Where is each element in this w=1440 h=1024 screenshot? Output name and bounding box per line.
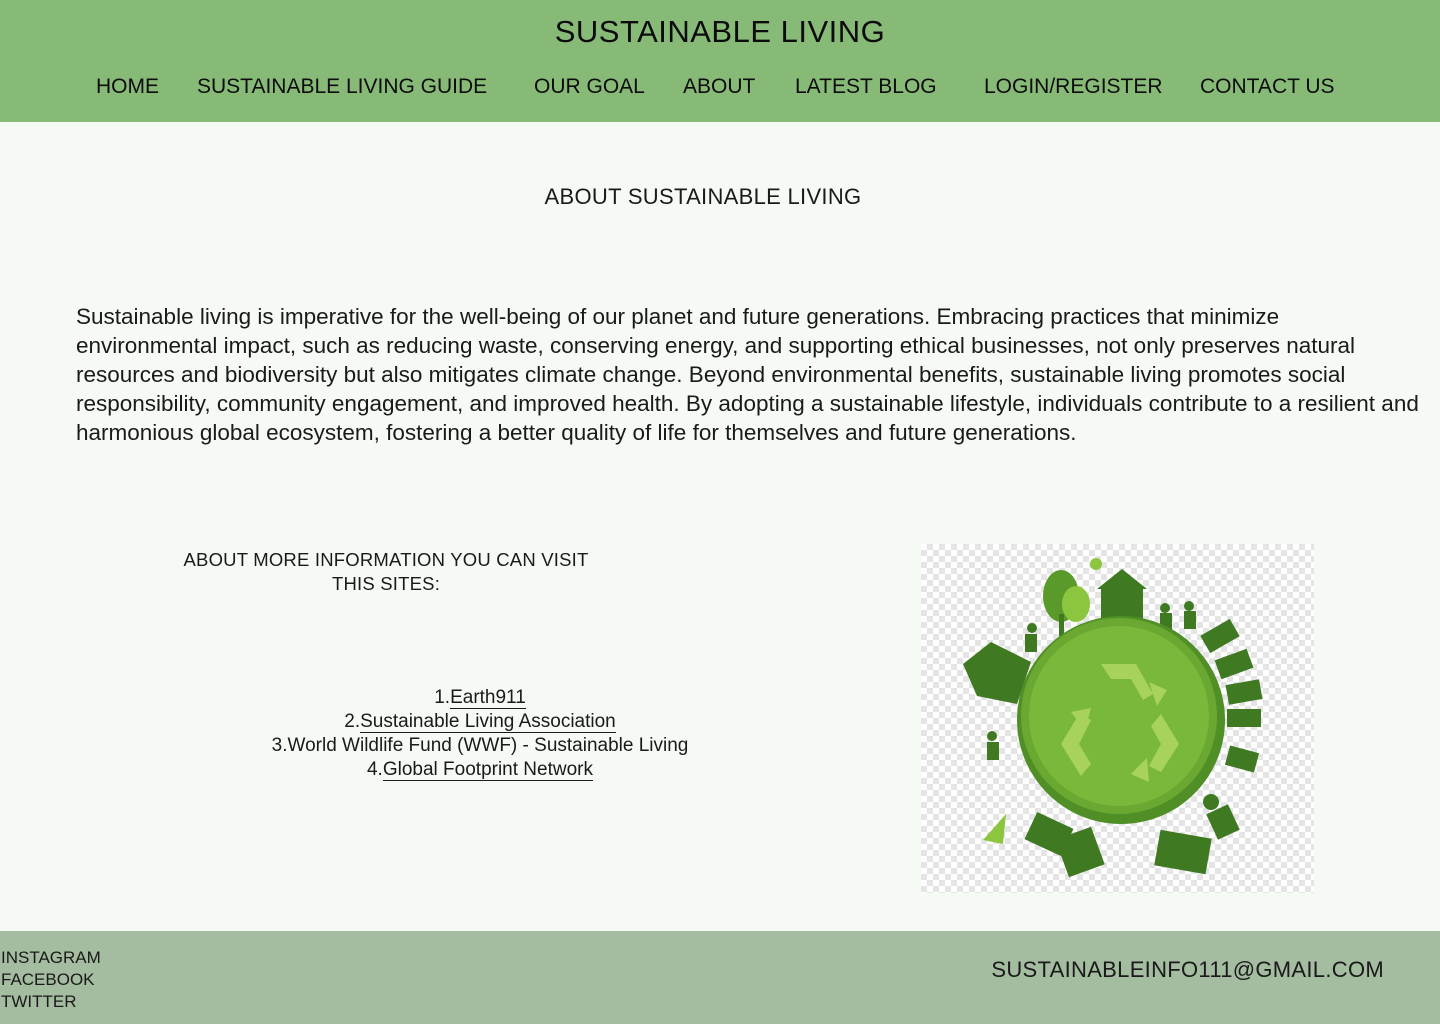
site-title: SUSTAINABLE LIVING xyxy=(554,14,886,49)
contact-email[interactable]: SUSTAINABLEINFO111@GMAIL.COM xyxy=(991,957,1384,983)
link-earth911[interactable]: Earth911 xyxy=(450,687,526,709)
nav-home[interactable]: HOME xyxy=(96,75,159,99)
resource-link-item: 1.Earth911 xyxy=(200,686,760,710)
intro-paragraph: Sustainable living is imperative for the… xyxy=(76,304,1419,445)
site-header: SUSTAINABLE LIVING HOME SUSTAINABLE LIVI… xyxy=(0,0,1440,122)
nav-contact-us[interactable]: CONTACT US xyxy=(1200,75,1335,99)
nav-latest-blog[interactable]: LATEST BLOG xyxy=(795,75,937,99)
nav-about[interactable]: ABOUT xyxy=(683,75,755,99)
site-footer: INSTAGRAM FACEBOOK TWITTER SUSTAINABLEIN… xyxy=(0,931,1440,1024)
resource-links: 1.Earth911 2.Sustainable Living Associat… xyxy=(200,686,760,782)
link-instagram[interactable]: INSTAGRAM xyxy=(1,947,101,969)
link-global-footprint-network[interactable]: Global Footprint Network xyxy=(382,759,593,781)
info-heading: ABOUT MORE INFORMATION YOU CAN VISIT THI… xyxy=(183,549,589,594)
green-earth-recycle-icon xyxy=(963,558,1263,878)
link-wwf-text: World Wildlife Fund (WWF) - Sustainable … xyxy=(287,735,689,756)
link-facebook[interactable]: FACEBOOK xyxy=(1,969,101,991)
link-number: 4. xyxy=(366,759,383,780)
nav-our-goal[interactable]: OUR GOAL xyxy=(534,75,645,99)
earth-illustration xyxy=(921,544,1314,893)
link-number: 2. xyxy=(344,711,361,732)
resource-link-item: 2.Sustainable Living Association xyxy=(200,710,760,734)
resource-link-item: 4.Global Footprint Network xyxy=(200,758,760,782)
nav-sustainable-living-guide[interactable]: SUSTAINABLE LIVING GUIDE xyxy=(197,75,487,99)
link-number: 3. xyxy=(271,735,288,756)
link-twitter[interactable]: TWITTER xyxy=(1,991,101,1013)
social-links: INSTAGRAM FACEBOOK TWITTER xyxy=(1,947,101,1013)
resource-link-item: 3.World Wildlife Fund (WWF) - Sustainabl… xyxy=(200,734,760,758)
nav-login-register[interactable]: LOGIN/REGISTER xyxy=(984,75,1163,99)
link-sustainable-living-association[interactable]: Sustainable Living Association xyxy=(360,711,616,733)
page-heading: ABOUT SUSTAINABLE LIVING xyxy=(544,184,862,209)
main-nav: HOME SUSTAINABLE LIVING GUIDE OUR GOAL A… xyxy=(0,75,1440,103)
link-number: 1. xyxy=(434,687,451,708)
